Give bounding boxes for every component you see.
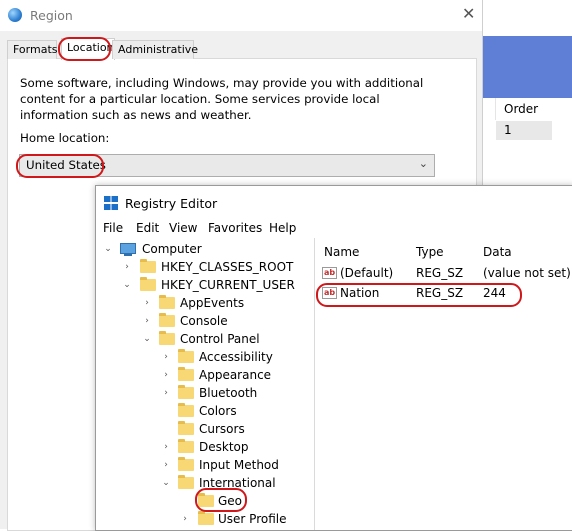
computer-icon (120, 243, 136, 256)
tree-item-label: Console (180, 314, 228, 328)
folder-icon (178, 457, 194, 471)
value-row-default[interactable]: ab (Default) REG_SZ (value not set) (316, 264, 572, 282)
folder-icon (159, 295, 175, 309)
folder-icon (178, 439, 194, 453)
chevron-right-icon[interactable]: › (142, 294, 152, 312)
value-name: (Default) (340, 266, 394, 280)
registry-editor-window: Registry Editor File Edit View Favorites… (95, 185, 572, 531)
chevron-right-icon[interactable]: › (142, 312, 152, 330)
menu-favorites[interactable]: Favorites (208, 221, 262, 235)
globe-icon (8, 8, 22, 22)
folder-icon (178, 349, 194, 363)
menu-view[interactable]: View (169, 221, 197, 235)
folder-icon (178, 385, 194, 399)
tree-item-label: Appearance (199, 368, 272, 382)
column-header-data[interactable]: Data (483, 242, 512, 262)
chevron-right-icon[interactable]: › (122, 258, 132, 276)
order-cell[interactable]: 1 (496, 121, 552, 140)
chevron-down-icon: ⌄ (418, 157, 428, 170)
tree-item-label: Colors (199, 404, 237, 418)
registry-title: Registry Editor (125, 196, 218, 211)
tree-item-label: Accessibility (199, 350, 273, 364)
tree-item-label: Bluetooth (199, 386, 258, 400)
folder-icon (140, 277, 156, 291)
tab-formats[interactable]: Formats (7, 40, 58, 59)
tree-item-label: International (199, 476, 276, 490)
folder-icon (178, 475, 194, 489)
folder-icon (178, 421, 194, 435)
value-data: 244 (483, 286, 506, 300)
order-column-header[interactable]: Order (496, 102, 572, 116)
chevron-right-icon[interactable]: › (161, 348, 171, 366)
tree-item-label: User Profile (218, 512, 287, 526)
chevron-right-icon[interactable]: › (161, 438, 171, 456)
menu-edit[interactable]: Edit (136, 221, 159, 235)
column-header-type[interactable]: Type (416, 242, 444, 262)
menu-file[interactable]: File (103, 221, 123, 235)
location-description: Some software, including Windows, may pr… (20, 76, 424, 122)
folder-icon (198, 511, 214, 525)
column-header-name[interactable]: Name (324, 242, 359, 262)
tree-item-label: Geo (218, 494, 243, 508)
tree-item-label: Input Method (199, 458, 279, 472)
tree-item-label: Control Panel (180, 332, 260, 346)
registry-titlebar[interactable]: Registry Editor (96, 186, 572, 218)
folder-icon (159, 313, 175, 327)
chevron-down-icon[interactable]: ⌄ (161, 474, 171, 492)
folder-icon (198, 493, 214, 507)
tab-location[interactable]: Location (61, 38, 115, 60)
registry-tree[interactable]: ⌄ Computer › HKEY_CLASSES_ROOT ⌄ HKEY_CU… (96, 238, 315, 530)
menu-bar: File Edit View Favorites Help (96, 218, 572, 238)
tree-item-label: Computer (142, 242, 202, 256)
folder-icon (178, 403, 194, 417)
tab-administrative[interactable]: Administrative (112, 40, 198, 59)
string-value-icon: ab (322, 267, 337, 279)
value-name: Nation (340, 286, 380, 300)
close-icon[interactable]: ✕ (462, 6, 475, 22)
folder-icon (159, 331, 175, 345)
home-location-label: Home location: (20, 131, 110, 145)
tree-item-label: Cursors (199, 422, 245, 436)
home-location-select[interactable]: United States ⌄ (19, 154, 435, 177)
chevron-right-icon[interactable]: › (161, 456, 171, 474)
folder-icon (178, 367, 194, 381)
registry-values-list[interactable]: Name Type Data ab (Default) REG_SZ (valu… (316, 238, 572, 530)
value-data: (value not set) (483, 266, 571, 280)
chevron-right-icon[interactable]: › (180, 510, 190, 528)
tree-item-label: AppEvents (180, 296, 245, 310)
tree-item-label: HKEY_CLASSES_ROOT (161, 260, 294, 274)
chevron-down-icon[interactable]: ⌄ (142, 330, 152, 348)
registry-icon (104, 196, 118, 210)
chevron-down-icon[interactable]: ⌄ (103, 240, 113, 258)
chevron-right-icon[interactable]: › (161, 366, 171, 384)
folder-icon (140, 259, 156, 273)
region-title: Region (30, 8, 73, 23)
value-type: REG_SZ (416, 266, 464, 280)
chevron-down-icon[interactable]: ⌄ (122, 276, 132, 294)
chevron-right-icon[interactable]: › (161, 384, 171, 402)
string-value-icon: ab (322, 287, 337, 299)
home-location-value: United States (26, 158, 106, 172)
value-type: REG_SZ (416, 286, 464, 300)
region-titlebar[interactable]: Region ✕ (0, 0, 482, 31)
tree-item-label: Desktop (199, 440, 249, 454)
background-header-band (482, 36, 572, 98)
menu-help[interactable]: Help (269, 221, 296, 235)
tree-item-label: HKEY_CURRENT_USER (161, 278, 295, 292)
value-row-nation[interactable]: ab Nation REG_SZ 244 (316, 284, 572, 302)
